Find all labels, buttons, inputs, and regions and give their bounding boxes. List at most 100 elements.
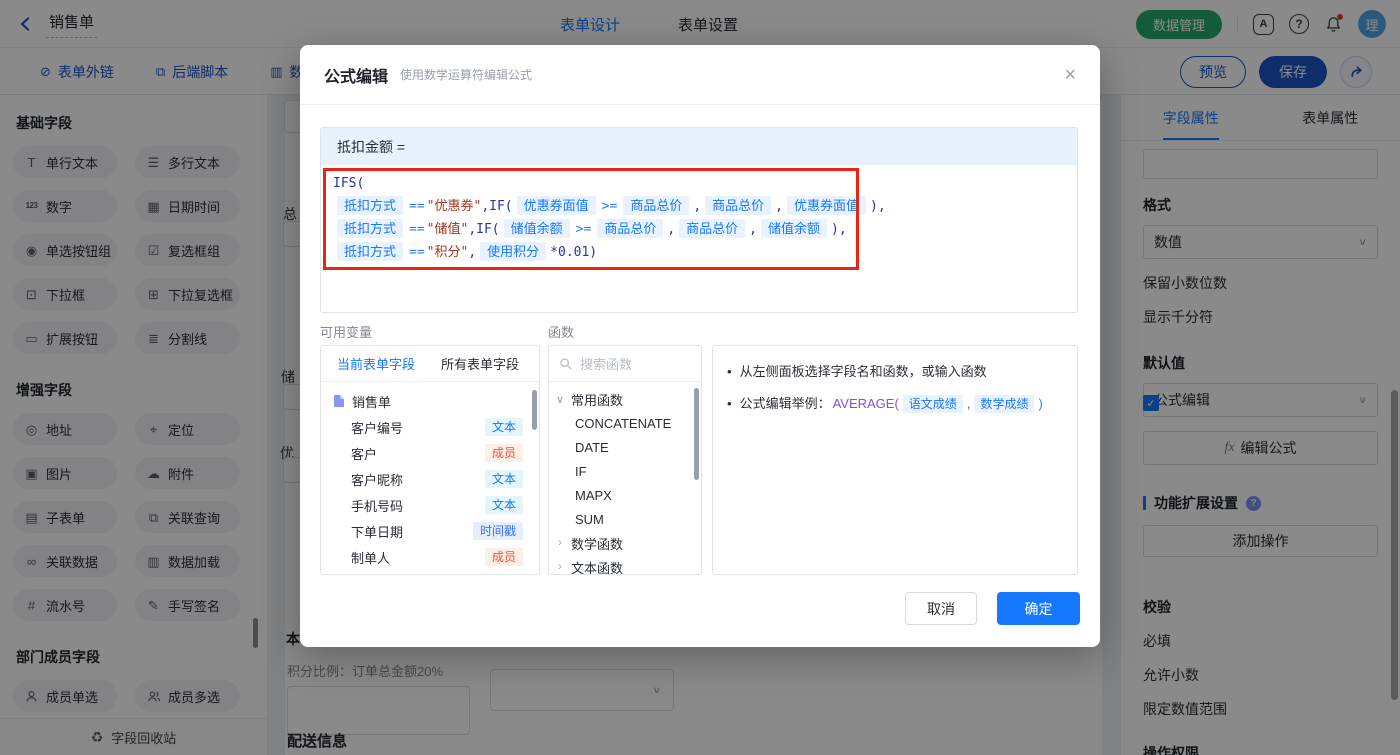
type-badge: 文本	[485, 496, 523, 514]
variables-tree: 销售单 客户编号文本客户成员客户昵称文本手机号码文本下单日期时间戳制单人成员	[321, 382, 539, 570]
function-group-label: 文本函数	[571, 558, 623, 576]
bullet: •	[727, 362, 732, 382]
search-placeholder: 搜索函数	[580, 354, 632, 373]
function-search-input[interactable]: 搜索函数	[549, 346, 701, 382]
field-token[interactable]: 抵扣方式	[337, 219, 403, 238]
chevron-right-icon: ›	[549, 561, 571, 573]
formula-code[interactable]: IFS(抵扣方式=="优惠券",IF(优惠券面值>=商品总价,商品总价,优惠券面…	[321, 165, 1077, 271]
function-group[interactable]: ›文本函数	[549, 555, 701, 575]
code-segment: "积分"	[427, 245, 469, 260]
function-group[interactable]: ›数学函数	[549, 531, 701, 555]
code-segment: ==	[409, 199, 425, 214]
type-badge: 成员	[485, 548, 523, 566]
variables-tabs: 当前表单字段 所有表单字段	[321, 346, 539, 382]
form-doc-icon	[333, 394, 345, 408]
function-item[interactable]: IF	[549, 459, 701, 483]
code-segment: ,	[693, 199, 701, 214]
app-window: 销售单 表单设计表单设置 数据管理 A ? 理 ⊘表单外链⧉后端脚本▥数据权 预…	[0, 0, 1400, 755]
code-segment: *0.01)	[550, 245, 597, 260]
variable-name: 制单人	[351, 548, 390, 567]
bullet: •	[727, 394, 732, 414]
code-segment: "储值"	[427, 222, 469, 237]
hint-field-token: 数学成绩	[974, 395, 1034, 413]
type-badge: 成员	[485, 444, 523, 462]
search-icon	[559, 357, 573, 371]
hint-example: •公式编辑举例：AVERAGE(语文成绩,数学成绩 )	[727, 394, 1063, 414]
variables-tab[interactable]: 所有表单字段	[441, 354, 519, 373]
code-segment: ==	[409, 245, 425, 260]
field-token[interactable]: 使用积分	[480, 242, 546, 261]
function-item[interactable]: SUM	[549, 507, 701, 531]
hint-example-prefix: 公式编辑举例：	[740, 394, 831, 414]
hint-line-1: • 从左侧面板选择字段名和函数，或输入函数	[727, 362, 1063, 382]
formula-editor-modal: 公式编辑 使用数学运算符编辑公式 × 抵扣金额 = IFS(抵扣方式=="优惠券…	[300, 45, 1100, 647]
code-segment: >=	[576, 222, 592, 237]
formula-editor[interactable]: 抵扣金额 = IFS(抵扣方式=="优惠券",IF(优惠券面值>=商品总价,商品…	[320, 127, 1078, 313]
hint-comma: ,	[967, 394, 971, 414]
field-token[interactable]: 抵扣方式	[337, 242, 403, 261]
confirm-button[interactable]: 确定	[997, 592, 1080, 625]
hint-example-function: AVERAGE(	[833, 394, 899, 414]
variable-name: 客户昵称	[351, 470, 403, 489]
function-group-label: 常用函数	[571, 390, 623, 409]
formula-line: 抵扣方式=="积分",使用积分*0.01)	[333, 241, 1065, 264]
code-segment: ,IF(	[481, 199, 512, 214]
code-segment: >=	[602, 199, 618, 214]
functions-label: 函数	[548, 322, 574, 341]
functions-scrollbar-thumb[interactable]	[694, 388, 699, 480]
code-segment: "优惠券"	[427, 199, 482, 214]
formula-line: IFS(	[333, 172, 1065, 195]
functions-panel: 搜索函数 ∨常用函数CONCATENATEDATEIFMAPXSUM›数学函数›…	[548, 345, 702, 575]
variable-name: 客户编号	[351, 418, 403, 437]
field-token[interactable]: 储值余额	[504, 219, 570, 238]
variable-row[interactable]: 下单日期 时间戳	[321, 518, 539, 544]
function-item[interactable]: MAPX	[549, 483, 701, 507]
code-segment: ,	[667, 222, 675, 237]
type-badge: 文本	[485, 418, 523, 436]
hint-example-suffix: )	[1038, 394, 1042, 414]
variable-name: 客户	[351, 444, 377, 463]
hint-text: 从左侧面板选择字段名和函数，或输入函数	[740, 362, 987, 382]
modal-subtitle: 使用数学运算符编辑公式	[400, 66, 532, 83]
function-group-label: 数学函数	[571, 534, 623, 553]
variable-name: 手机号码	[351, 496, 403, 515]
modal-title: 公式编辑	[324, 63, 388, 87]
type-badge: 文本	[485, 470, 523, 488]
field-token[interactable]: 抵扣方式	[337, 196, 403, 215]
field-token[interactable]: 商品总价	[679, 219, 745, 238]
modal-header: 公式编辑 使用数学运算符编辑公式 ×	[300, 45, 1100, 105]
formula-line: 抵扣方式=="储值",IF(储值余额>=商品总价,商品总价,储值余额),	[333, 218, 1065, 241]
variable-row[interactable]: 客户昵称 文本	[321, 466, 539, 492]
chevron-down-icon: ∨	[549, 393, 571, 406]
field-token[interactable]: 商品总价	[705, 196, 771, 215]
type-badge: 时间戳	[473, 522, 523, 540]
variables-panel: 当前表单字段所有表单字段 销售单 客户编号文本客户成员客户昵称文本手机号码文本下…	[320, 345, 540, 575]
variables-scrollbar-thumb[interactable]	[532, 390, 537, 430]
variable-row[interactable]: 客户编号 文本	[321, 414, 539, 440]
chevron-right-icon: ›	[549, 537, 571, 549]
field-token[interactable]: 商品总价	[597, 219, 663, 238]
field-token[interactable]: 商品总价	[623, 196, 689, 215]
variable-row[interactable]: 制单人 成员	[321, 544, 539, 570]
code-segment: IFS(	[333, 176, 364, 191]
cancel-button[interactable]: 取消	[905, 592, 977, 625]
function-tree: ∨常用函数CONCATENATEDATEIFMAPXSUM›数学函数›文本函数	[549, 382, 701, 575]
field-token[interactable]: 优惠券面值	[517, 196, 596, 215]
code-segment: ,	[775, 199, 783, 214]
function-item[interactable]: DATE	[549, 435, 701, 459]
close-icon[interactable]: ×	[1064, 65, 1076, 85]
form-node[interactable]: 销售单	[321, 388, 539, 414]
code-segment: ),	[831, 222, 847, 237]
function-item[interactable]: CONCATENATE	[549, 411, 701, 435]
variable-name: 下单日期	[351, 522, 403, 541]
variables-label: 可用变量	[320, 322, 372, 341]
variable-row[interactable]: 手机号码 文本	[321, 492, 539, 518]
code-segment: ==	[409, 222, 425, 237]
field-token[interactable]: 优惠券面值	[787, 196, 866, 215]
field-token[interactable]: 储值余额	[761, 219, 827, 238]
code-segment: ,	[749, 222, 757, 237]
function-group[interactable]: ∨常用函数	[549, 387, 701, 411]
variable-row[interactable]: 客户 成员	[321, 440, 539, 466]
variables-tab[interactable]: 当前表单字段	[337, 354, 415, 373]
formula-target-label: 抵扣金额 =	[321, 128, 1077, 165]
